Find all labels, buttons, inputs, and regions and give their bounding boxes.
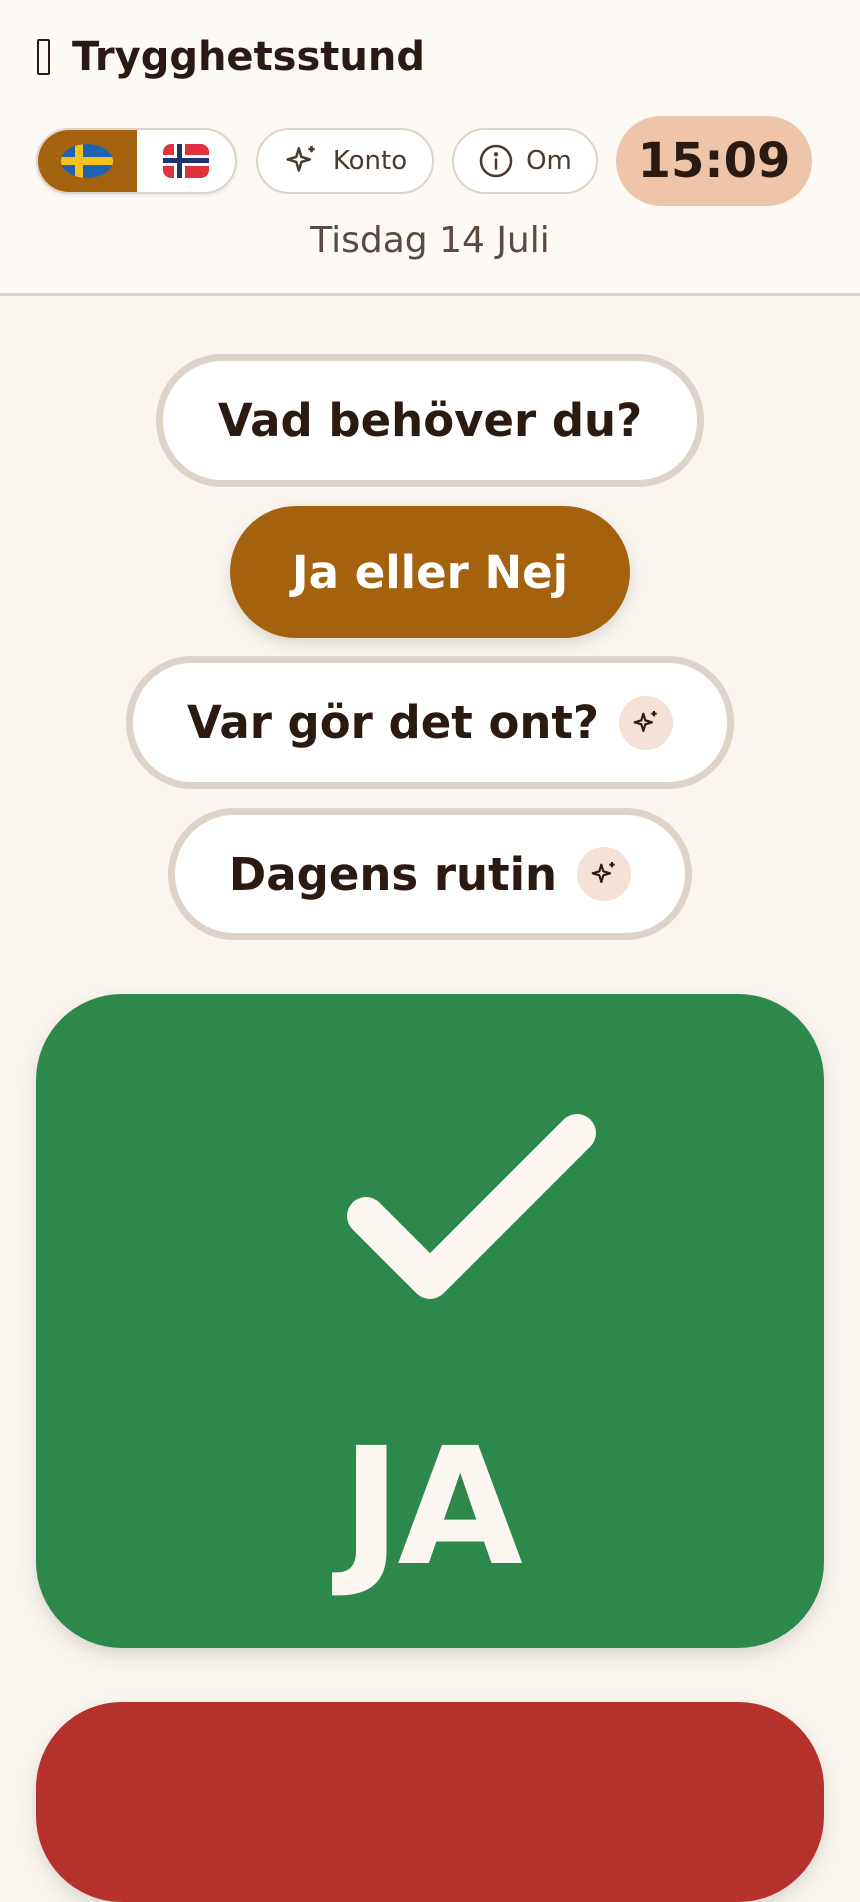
mode-routine-button[interactable]: Dagens rutin: [168, 808, 692, 940]
language-option-norwegian[interactable]: [137, 130, 236, 192]
mode-needs-label: Vad behöver du?: [217, 394, 643, 447]
norwegian-flag-icon: [162, 144, 209, 178]
mode-pain-label: Var gör det ont?: [186, 696, 600, 749]
swedish-flag-icon: [61, 144, 114, 178]
about-label: Om: [526, 146, 572, 176]
yes-button[interactable]: JA: [36, 994, 824, 1648]
sparkle-icon: [286, 145, 315, 172]
mode-yes-no-button[interactable]: Ja eller Nej: [230, 506, 630, 638]
check-icon: [347, 1114, 596, 1299]
account-button[interactable]: Konto: [256, 128, 434, 194]
date-label: Tisdag 14 Juli: [310, 220, 550, 261]
info-icon: [479, 144, 513, 178]
about-button[interactable]: Om: [452, 128, 598, 194]
yes-label: JA: [341, 1414, 523, 1602]
no-button[interactable]: [36, 1702, 824, 1902]
mode-pain-button[interactable]: Var gör det ont?: [126, 656, 734, 789]
clock: 15:09: [616, 116, 812, 206]
ai-badge: [619, 695, 674, 750]
mode-routine-label: Dagens rutin: [228, 847, 558, 901]
mode-yes-no-label: Ja eller Nej: [291, 545, 569, 599]
ai-badge: [577, 847, 632, 901]
language-toggle[interactable]: [36, 128, 237, 194]
app-header: Trygghetsstund Konto Om 15:09 Tisdag 14 …: [0, 0, 860, 296]
title-row: Trygghetsstund: [37, 34, 425, 80]
language-option-swedish[interactable]: [38, 130, 137, 192]
app-icon: [37, 39, 50, 75]
sparkle-icon: [591, 862, 615, 884]
app-title: Trygghetsstund: [72, 34, 426, 80]
sparkle-icon: [633, 710, 657, 732]
account-label: Konto: [332, 146, 408, 176]
mode-needs-button[interactable]: Vad behöver du?: [156, 354, 704, 487]
